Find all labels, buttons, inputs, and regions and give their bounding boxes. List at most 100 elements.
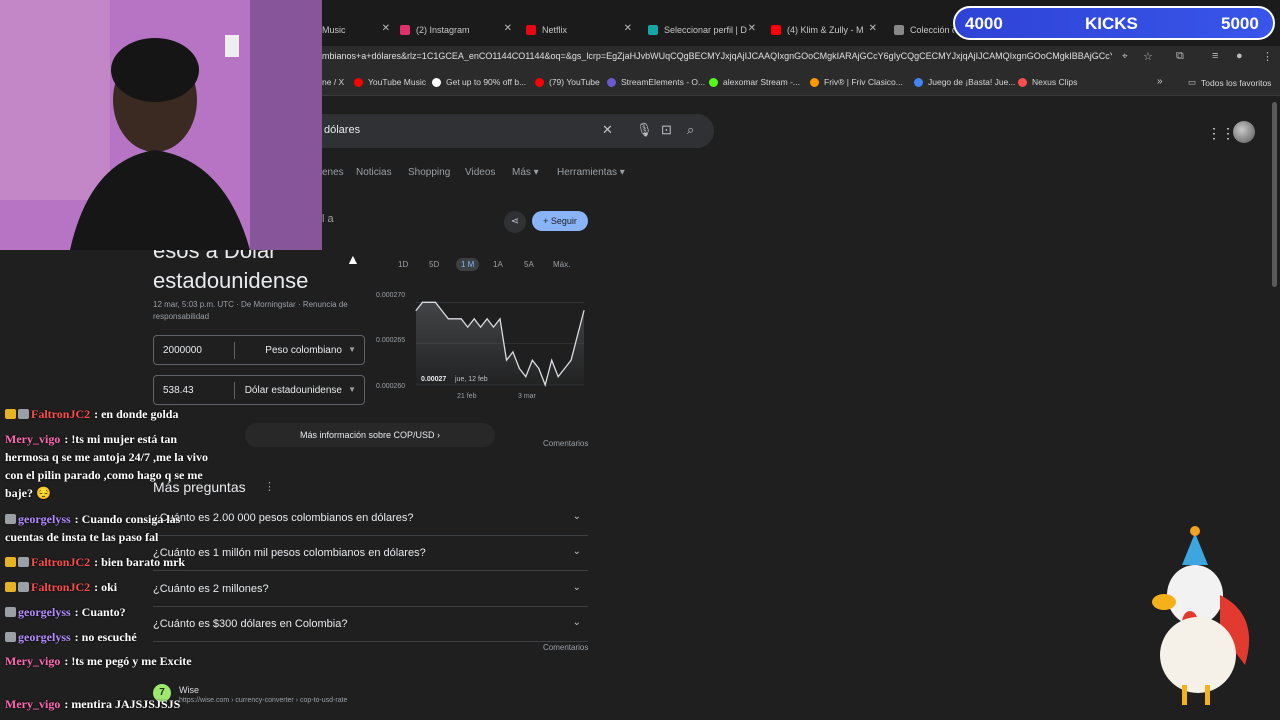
bookmark-alexomar[interactable]: alexomar Stream -... [709,77,800,87]
media-icon[interactable]: ≡ [1212,50,1218,62]
tab-music[interactable]: Music ✕ [322,18,394,42]
chart-point [499,318,501,320]
close-icon[interactable]: ✕ [869,23,877,34]
tab-images[interactable]: enes [322,167,344,178]
tab-noticias[interactable]: Noticias [356,167,392,178]
tab-seleccionar-perfil[interactable]: Seleccionar perfil | D ✕ [648,18,760,42]
range-1a[interactable]: 1A [493,260,503,269]
tab-instagram[interactable]: (2) Instagram ✕ [400,18,516,42]
bookmark-nexus-clips[interactable]: Nexus Clips [1018,77,1077,87]
subscriber-badge-icon [5,607,16,617]
exchange-rate-chart[interactable]: 0.000270 0.000265 0.000260 21 feb 3 mar … [374,287,590,407]
bookmark-youtube[interactable]: (79) YouTube [535,77,600,87]
clear-icon[interactable]: ✕ [602,122,613,138]
to-amount-input[interactable]: 538.43 [163,385,194,396]
close-icon[interactable]: ✕ [504,23,512,34]
search-icon[interactable]: ⌕ [687,122,694,138]
folder-icon: ▭ [1188,77,1197,87]
scrollbar-thumb[interactable] [1272,102,1277,287]
bookmark-friv[interactable]: Friv® | Friv Clasico... [810,77,903,87]
url-text[interactable]: mbianos+a+dólares&rlz=1C1GCEA_enCO1144CO… [322,51,1112,61]
more-options-icon[interactable]: ⋮ [264,480,275,493]
chat-username: FaltronJC2 [31,555,91,569]
faq-feedback-link[interactable]: Comentarios [543,643,588,652]
chart-point [421,301,423,303]
y-tick-label: 0.000260 [376,383,405,390]
dropdown-icon[interactable]: ▼ [348,385,356,394]
bookmark-basta[interactable]: Juego de ¡Basta! Jue... [914,77,1015,87]
bookmark-star-icon[interactable]: ☆ [1143,50,1153,63]
tab-coleccion[interactable]: Colección de [894,18,954,42]
search-input[interactable]: dólares [324,124,360,136]
converter-heading-fragment: l a [322,213,334,225]
to-currency-row: 538.43 Dólar estadounidense ▼ [153,375,365,405]
chat-username: Mery_vigo [5,654,61,668]
tab-herramientas[interactable]: Herramientas ▾ [557,167,625,178]
bookmark-label: Get up to 90% off b... [446,77,527,87]
y-tick-label: 0.000265 [376,337,405,344]
faq-item[interactable]: ¿Cuánto es 1 millón mil pesos colombiano… [153,536,588,571]
from-amount-input[interactable]: 2000000 [163,345,202,356]
search-box[interactable]: dólares ✕ 🎙 ⊡ ⌕ [300,114,714,148]
camera-search-icon[interactable]: ⊡ [661,122,672,138]
chevron-down-icon[interactable]: ⌄ [573,617,581,628]
chevron-down-icon[interactable]: ⌄ [573,511,581,522]
microphone-icon[interactable]: 🎙 [636,122,653,138]
close-icon[interactable]: ✕ [748,23,756,34]
close-icon[interactable]: ✕ [382,23,390,34]
streamelements-icon [607,77,616,87]
faq-item[interactable]: ¿Cuánto es $300 dólares en Colombia? ⌄ [153,607,588,642]
chat-message: Mery_vigo: !ts me pegó y me Excite [5,652,215,670]
follow-button[interactable]: + Seguir [532,211,588,231]
chevron-down-icon[interactable]: ⌄ [573,582,581,593]
range-max[interactable]: Máx. [553,260,570,269]
range-1d[interactable]: 1D [398,260,408,269]
faq-item[interactable]: ¿Cuánto es 2.00 000 pesos colombianos en… [153,501,588,536]
faq-item[interactable]: ¿Cuánto es 2 millones? ⌄ [153,572,588,607]
range-5d[interactable]: 5D [429,260,439,269]
chat-username: Mery_vigo [5,697,61,711]
tab-shopping[interactable]: Shopping [408,167,450,178]
more-info-button[interactable]: Más información sobre COP/USD › [245,423,495,447]
location-icon[interactable]: ⌖ [1122,51,1128,62]
follow-label: Seguir [550,216,577,226]
apps-grid-icon[interactable]: ⋮⋮ [1207,125,1235,142]
converter-meta: 12 mar, 5:03 p.m. UTC · De Morningstar ·… [153,300,348,321]
chart-point [557,376,559,378]
all-bookmarks[interactable]: ▭ Todos los favoritos [1188,77,1271,88]
bookmark-label: ne / X [322,77,345,87]
tab-klim-zully[interactable]: (4) Klim & Zully - M ✕ [771,18,881,42]
result-site-name[interactable]: Wise [179,685,199,695]
dropdown-icon[interactable]: ▼ [348,345,356,354]
avatar[interactable] [1233,121,1255,143]
bookmark-label: StreamElements - O... [621,77,706,87]
bookmark-streamelements[interactable]: StreamElements - O... [607,77,705,87]
share-icon[interactable]: ⋖ [504,211,526,233]
tab-netflix[interactable]: Netflix ✕ [526,18,636,42]
kicks-goal: 5000 [1221,14,1259,33]
subscriber-badge-icon [18,409,29,419]
tab-mas[interactable]: Más ▾ [512,167,539,178]
scrollbar[interactable] [1270,97,1280,720]
bookmark-youtube-music[interactable]: YouTube Music [354,77,426,87]
range-5a[interactable]: 5A [524,260,534,269]
bookmark-get-up-to[interactable]: Get up to 90% off b... [432,77,526,87]
chart-point [486,318,488,320]
menu-icon[interactable]: ⋮ [1262,50,1273,63]
range-1m[interactable]: 1 M [456,258,480,271]
chat-separator: : [74,512,82,526]
converter-title-line2: estadounidense [153,268,309,293]
extensions-icon[interactable]: ⧉ [1176,50,1184,63]
close-icon[interactable]: ✕ [624,23,632,34]
feedback-link[interactable]: Comentarios [543,439,588,448]
bookmark-label: alexomar Stream -... [723,77,800,87]
more-bookmarks-icon[interactable]: » [1157,76,1163,87]
tab-videos[interactable]: Videos [465,167,495,178]
from-currency-select[interactable]: Peso colombiano [265,345,342,356]
bookmark-x[interactable]: ne / X [322,77,344,87]
chat-username: FaltronJC2 [31,580,91,594]
chart-point [434,301,436,303]
profile-icon[interactable]: ● [1236,50,1243,62]
to-currency-select[interactable]: Dólar estadounidense [245,385,342,396]
chevron-down-icon[interactable]: ⌄ [573,546,581,557]
